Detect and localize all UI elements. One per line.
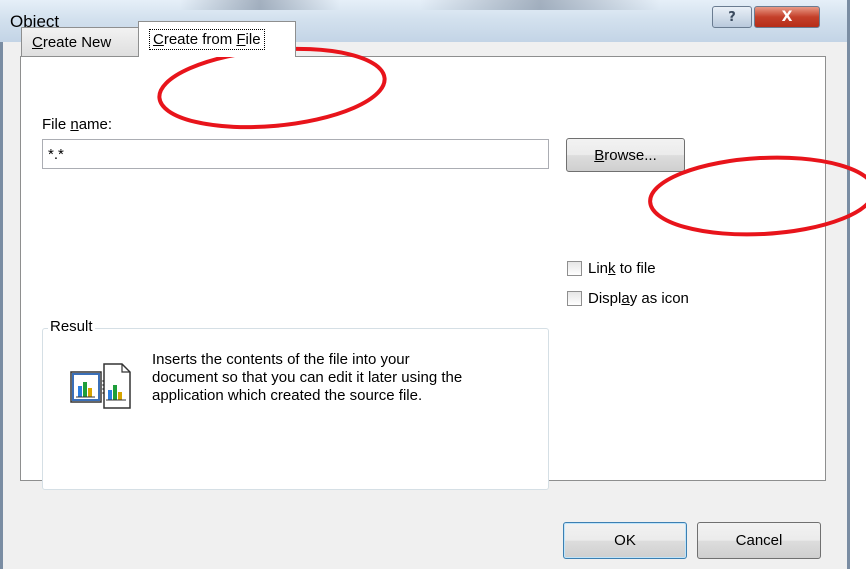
- titlebar-blur: [420, 0, 660, 10]
- result-line: document so that you can edit it later u…: [152, 369, 463, 386]
- window-frame-right: [847, 0, 850, 569]
- tab-label: Create New: [32, 34, 112, 51]
- close-button[interactable]: X: [754, 6, 820, 28]
- link-to-file-label: Link to file: [588, 260, 656, 277]
- file-name-label: File name:: [42, 116, 113, 133]
- browse-button[interactable]: Browse...: [566, 138, 685, 172]
- result-legend: Result: [48, 318, 95, 335]
- ok-button[interactable]: OK: [563, 522, 687, 559]
- titlebar-blur: [180, 0, 340, 10]
- window-frame-left: [0, 0, 3, 569]
- question-mark-icon: ?: [728, 9, 736, 25]
- result-line: application which created the source fil…: [152, 387, 423, 404]
- display-as-icon-option[interactable]: Display as icon: [567, 290, 689, 307]
- link-to-file-checkbox[interactable]: [567, 261, 582, 276]
- embedded-document-icon: [70, 358, 132, 422]
- file-name-input[interactable]: [42, 139, 549, 169]
- result-description: Inserts the contents of the file into yo…: [152, 351, 532, 405]
- help-button[interactable]: ?: [712, 6, 752, 28]
- link-to-file-option[interactable]: Link to file: [567, 260, 656, 277]
- display-as-icon-label: Display as icon: [588, 290, 689, 307]
- cancel-button[interactable]: Cancel: [697, 522, 821, 559]
- tab-create-from-file[interactable]: Create from File: [138, 21, 296, 57]
- close-icon: X: [781, 9, 793, 25]
- object-dialog: Object ? X Create New Create from File F…: [0, 0, 850, 569]
- display-as-icon-checkbox[interactable]: [567, 291, 582, 306]
- tab-create-new[interactable]: Create New: [21, 27, 140, 57]
- result-line: Inserts the contents of the file into yo…: [152, 351, 410, 368]
- tab-label: Create from File: [149, 29, 265, 50]
